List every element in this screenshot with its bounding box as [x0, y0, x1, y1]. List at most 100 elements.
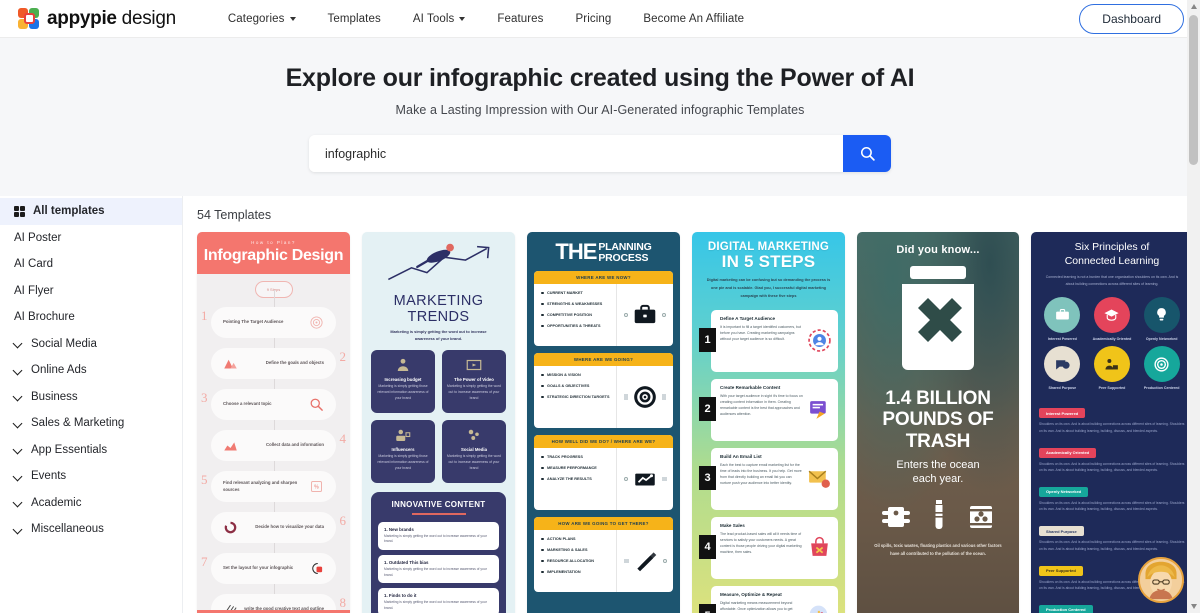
card2-panel-item: 1. New brands Marketing is simply gettin…	[378, 521, 499, 550]
card6-entry-tag: Shared Purpose	[1039, 526, 1084, 537]
card1-step: 1 Pointing The Target Audience	[197, 304, 350, 341]
card6-entry-text: Shoulders on its own. And is about build…	[1039, 461, 1185, 472]
card3-list-item: GOALS & OBJECTIVES	[541, 383, 611, 389]
card3-list-item: ACTION PLANS	[541, 536, 611, 542]
card2-subtitle: Marketing is simply getting the word out…	[390, 329, 487, 341]
card2-box-text: Marketing is simply getting those releva…	[377, 454, 429, 470]
scroll-up-arrow-icon[interactable]	[1187, 0, 1200, 13]
card2-box-text: Marketing is simply getting those releva…	[377, 384, 429, 400]
video-icon	[466, 360, 482, 371]
card4-step-title: Measure, Optimize & Repeat	[720, 591, 782, 597]
card1-step-number: 8	[339, 595, 347, 610]
target-icon	[310, 316, 323, 329]
sidebar-item-app-essentials[interactable]: App Essentials	[0, 437, 182, 464]
nav-item-templates[interactable]: Templates	[312, 13, 397, 25]
card1-header: How to Plan? Infographic Design	[197, 232, 350, 274]
sidebar-item-label: AI Card	[14, 258, 53, 271]
card1-step-text: Pointing The Target Audience	[223, 319, 284, 325]
sidebar-item-label: Sales & Marketing	[31, 417, 125, 430]
search-button[interactable]	[843, 135, 891, 172]
card4-step-number: 1	[699, 327, 716, 352]
card4-step-title: Build An Email List	[720, 453, 762, 459]
card4-step: 2 Create Remarkable Content With your ta…	[699, 378, 838, 441]
template-card-grid: How to Plan? Infographic Design 9 Steps …	[197, 232, 1200, 613]
sidebar-item-ai-card[interactable]: AI Card	[0, 251, 182, 278]
chevron-down-icon	[14, 445, 23, 454]
card3-section-bar: WHERE ARE WE GOING?	[534, 353, 673, 367]
nav-item-features[interactable]: Features	[481, 13, 559, 25]
bulb-icon	[1157, 308, 1166, 321]
template-card[interactable]: How to Plan? Infographic Design 9 Steps …	[197, 232, 350, 613]
nav-item-categories[interactable]: Categories	[212, 13, 312, 25]
sidebar-item-label: Miscellaneous	[31, 523, 104, 536]
sidebar-item-label: AI Brochure	[14, 311, 75, 324]
card6-title-line1: Six Principles of	[1074, 241, 1150, 253]
people-icon	[1105, 358, 1119, 370]
card6-principle-label: Production Centered	[1143, 386, 1180, 391]
sidebar-item-business[interactable]: Business	[0, 384, 182, 411]
card5-note: Oil spills, toxic wastes, floating plast…	[874, 543, 1002, 556]
card4-step-number: 2	[699, 396, 716, 421]
card3-section-bar: HOW WELL DID WE DO? / WHERE ARE WE?	[534, 435, 673, 449]
search-input[interactable]	[309, 135, 843, 172]
chevron-down-icon	[459, 17, 466, 21]
brand-logo[interactable]: appypie design	[18, 8, 176, 30]
sidebar-item-all-templates[interactable]: All templates	[0, 198, 182, 225]
nav-item-pricing[interactable]: Pricing	[560, 13, 628, 25]
card4-step-text: It is important to fill a target identif…	[720, 324, 801, 342]
chat-assistant-avatar[interactable]	[1138, 557, 1184, 603]
template-card[interactable]: THE PLANNING PROCESS WHERE ARE WE NOW? C…	[527, 232, 680, 613]
sidebar-item-social-media[interactable]: Social Media	[0, 331, 182, 358]
sidebar-item-label: AI Flyer	[14, 284, 54, 297]
card6-entry-tag: Openly Networked	[1039, 486, 1089, 497]
results-count: 54 Templates	[197, 208, 272, 222]
card3-section: HOW ARE WE GOING TO GET THERE? ACTION PL…	[534, 517, 673, 593]
sidebar-item-ai-poster[interactable]: AI Poster	[0, 225, 182, 252]
chart-area-icon	[224, 442, 237, 451]
nav-item-become-an-affiliate[interactable]: Become An Affiliate	[627, 13, 760, 25]
template-card[interactable]: MARKETING TRENDS Marketing is simply get…	[362, 232, 515, 613]
chevron-down-icon	[14, 498, 23, 507]
nav-label: Templates	[327, 12, 381, 25]
target-icon	[634, 386, 656, 408]
search-bar	[309, 135, 891, 172]
scrollbar-thumb[interactable]	[1189, 15, 1198, 165]
card1-step: 6 Decide how to visualize your data	[197, 509, 350, 546]
sidebar-item-events[interactable]: Events	[0, 463, 182, 490]
graduation-icon	[1104, 309, 1120, 322]
card4-step: 1 Define A Target Audience It is importa…	[699, 309, 838, 372]
card3-section: WHERE ARE WE GOING? MISSION & VISION GOA…	[534, 353, 673, 429]
document-icon: %	[311, 481, 322, 492]
sidebar-item-sales-marketing[interactable]: Sales & Marketing	[0, 410, 182, 437]
card3-title-the: THE	[555, 239, 597, 264]
card2-box-title: Increasing budget	[384, 377, 422, 383]
template-card[interactable]: Did you know... 1.4 BILLION POUNDS OF TR…	[857, 232, 1019, 613]
chevron-down-icon	[289, 17, 296, 21]
card1-step-number: 4	[339, 431, 347, 446]
card2-item-title: 1. New brands	[384, 526, 414, 532]
card2-panel: INNOVATIVE CONTENT 1. New brands Marketi…	[371, 492, 506, 613]
scroll-down-arrow-icon[interactable]	[1187, 600, 1200, 613]
template-card[interactable]: DIGITAL MARKETING IN 5 STEPS Digital mar…	[692, 232, 845, 613]
dashboard-button[interactable]: Dashboard	[1079, 3, 1184, 34]
card1-step-text: Choose a relevant topic	[223, 401, 272, 407]
growth-arrow-icon	[388, 243, 490, 281]
body-shell: All templates AI Poster AI Card AI Flyer…	[0, 196, 1200, 613]
card2-box-text: Marketing is simply getting the word out…	[447, 454, 501, 470]
card2-panel-item: 1. Finds to do it Marketing is simply ge…	[378, 588, 499, 613]
card3-list-item: RESOURCE ALLOCATION	[541, 558, 611, 564]
card2-box-grid: Increasing budget Marketing is simply ge…	[371, 350, 506, 484]
sidebar-item-miscellaneous[interactable]: Miscellaneous	[0, 516, 182, 543]
card1-title: Infographic Design	[203, 247, 344, 264]
sidebar-item-online-ads[interactable]: Online Ads	[0, 357, 182, 384]
nav-item-ai-tools[interactable]: AI Tools	[397, 13, 482, 25]
sidebar-item-ai-flyer[interactable]: AI Flyer	[0, 278, 182, 305]
sidebar-item-academic[interactable]: Academic	[0, 490, 182, 517]
template-card[interactable]: Six Principles of Connected Learning Con…	[1031, 232, 1193, 613]
card6-principle: Academically Oriented	[1089, 296, 1136, 342]
card5-big-line2: POUNDS OF	[882, 409, 994, 431]
card2-box: Social Media Marketing is simply getting…	[442, 420, 506, 484]
card3-list-item: TRACK PROGRESS	[541, 454, 611, 460]
page-scrollbar[interactable]	[1187, 0, 1200, 613]
sidebar-item-ai-brochure[interactable]: AI Brochure	[0, 304, 182, 331]
